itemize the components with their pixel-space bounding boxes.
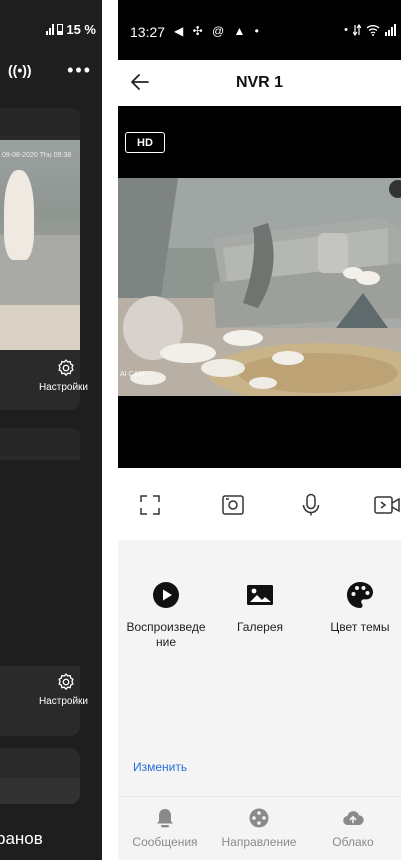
left-settings-label-1: Настройки [38,382,88,393]
live-video-player[interactable]: HD AI CAM [118,106,401,468]
app-bar: NVR 1 [118,60,401,106]
bottom-navigation: Сообщения Направление Облако [118,796,401,860]
hd-quality-button[interactable]: HD [125,132,165,153]
status-dot: • [344,24,348,36]
nav-messages[interactable]: Сообщения [118,807,212,849]
screenshot-button[interactable] [218,490,248,520]
left-toolbar: ((•)) ••• [0,58,102,84]
fullscreen-button[interactable] [135,490,165,520]
gallery-label: Галерея [236,620,284,634]
palette-icon [347,582,373,608]
dog-image [4,170,34,260]
left-camera-card-3[interactable] [0,748,80,804]
left-bottom-text: ранов [0,829,43,848]
nav-cloud[interactable]: Облако [306,807,400,849]
settings-gear-icon [58,673,74,691]
device-screen: 13:27 ◀ ✣ @ ▲ • • NVR 1 HD AI CAM Воспро… [118,0,401,860]
left-camera-timestamp: 09-08-2020 Thu 09:38 [2,152,72,159]
data-arrows-icon [353,24,361,36]
left-camera-preview-1[interactable]: 09-08-2020 Thu 09:38 [0,140,80,350]
nav-cloud-label: Облако [332,835,374,849]
more-options-icon[interactable]: ••• [67,60,92,81]
camera-snapshot-icon [222,495,244,515]
status-bar: 13:27 ◀ ✣ @ ▲ • • [118,0,401,60]
theme-color-button[interactable]: Цвет темы [310,580,401,635]
left-settings-label-2: Настройки [38,696,88,707]
system-status-icons: • [344,24,397,36]
nav-direction[interactable]: Направление [212,807,306,849]
left-status-bar: 15 % [46,22,96,37]
nav-direction-label: Направление [221,835,297,849]
living-room-scene [118,178,401,396]
side-scroll-handle[interactable] [389,180,401,198]
notification-icons: ◀ ✣ @ ▲ • [174,24,262,38]
video-record-icon [374,496,400,514]
left-settings-button-2[interactable]: Настройки [0,672,100,707]
wifi-cast-icon[interactable]: ((•)) [8,62,32,78]
compass-icon [249,808,269,828]
wifi-icon [366,25,380,36]
microphone-icon [302,493,320,516]
status-time: 13:27 [130,24,166,40]
background-phone-screen: 15 % ((•)) ••• 09-08-2020 Thu 09:38 Наст… [0,0,102,860]
player-controls [118,468,401,540]
playback-label: Воспроизведе ние [126,620,206,649]
battery-icon [57,24,64,35]
microphone-button[interactable] [296,490,326,520]
left-settings-button-1[interactable]: Настройки [0,358,100,393]
record-video-button[interactable] [372,490,401,520]
cell-signal-icon [385,24,396,36]
settings-gear-icon [58,359,74,377]
theme-color-label: Цвет темы [330,620,390,634]
left-camera-preview-2[interactable] [0,460,80,666]
camera-overlay-label: AI CAM [120,371,145,378]
playback-button[interactable]: Воспроизведе ние [118,580,216,650]
features-panel: Воспроизведе ние Галерея Цвет темы Измен… [118,540,401,796]
bell-icon [157,809,173,828]
fullscreen-icon [140,495,160,515]
gallery-button[interactable]: Галерея [210,580,310,635]
camera-feed-image: AI CAM [118,178,401,396]
gallery-icon [247,585,273,605]
play-circle-icon [153,582,179,608]
screen-divider [102,0,118,860]
edit-link[interactable]: Изменить [133,760,187,774]
nav-messages-label: Сообщения [132,835,198,849]
cloud-upload-icon [343,811,364,826]
signal-icon [46,24,55,35]
left-battery-percent: 15 % [66,22,96,37]
page-title: NVR 1 [235,74,284,91]
